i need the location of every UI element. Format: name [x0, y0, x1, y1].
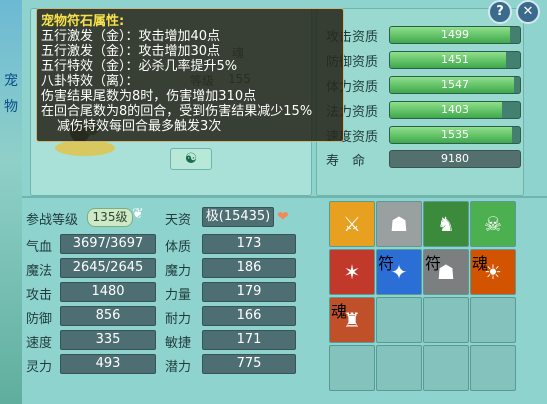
talent-value: 极(15435) — [202, 207, 274, 227]
sword-strike-icon[interactable]: ⚔ — [329, 201, 375, 247]
stat-label: 力量 — [165, 288, 192, 303]
stat-value: 179 — [202, 282, 296, 302]
green-ghost-icon[interactable]: ☠ — [470, 201, 516, 247]
stat-value: 856 — [60, 306, 156, 326]
yin-yang-button[interactable]: ☯ — [170, 148, 212, 170]
aptitude-value: 1535 — [441, 128, 469, 141]
stat-label: 速度 — [26, 336, 53, 351]
stat-value: 166 — [202, 306, 296, 326]
stat-value: 173 — [202, 234, 296, 254]
battle-level-badge: 135级 — [87, 208, 133, 227]
empty-skill-slot[interactable] — [470, 297, 516, 343]
empty-skill-slot[interactable] — [329, 345, 375, 391]
stat-label: 魔力 — [165, 264, 192, 279]
aptitude-value: 1451 — [441, 53, 469, 66]
wing-icon: ❦ — [132, 206, 144, 222]
empty-skill-slot[interactable] — [376, 345, 422, 391]
help-button[interactable]: ? — [488, 0, 512, 24]
skill-tag: 符 — [378, 254, 395, 273]
aptitude-bar: 1547 — [389, 76, 521, 94]
life-value: 9180 — [389, 150, 521, 168]
heart-icon: ❤ — [277, 209, 289, 225]
life-label: 寿 命 — [326, 154, 366, 169]
aptitude-bar: 1499 — [389, 26, 521, 44]
skill-tag: 魂 — [331, 302, 348, 321]
background-scenery: 宠 物 — [0, 0, 22, 404]
stat-value: 1480 — [60, 282, 156, 302]
aptitude-value: 1499 — [441, 28, 469, 41]
stat-value: 493 — [60, 354, 156, 374]
deco-char-1: 宠 — [4, 73, 18, 89]
stat-label: 体质 — [165, 240, 192, 255]
rune-attribute-tooltip: 宠物符石属性: 五行激发（金）：攻击增加40点 五行激发（金）：攻击增加30点 … — [36, 8, 344, 142]
skill-tag: 符 — [425, 254, 442, 273]
stat-value: 335 — [60, 330, 156, 350]
close-button[interactable]: ✕ — [516, 0, 540, 24]
stat-value: 775 — [202, 354, 296, 374]
stat-label: 耐力 — [165, 312, 192, 327]
stat-label: 防御 — [26, 312, 53, 327]
skill-tag: 魂 — [472, 254, 489, 273]
aptitude-value: 1547 — [441, 78, 469, 91]
empty-skill-slot[interactable] — [376, 297, 422, 343]
stat-label: 魔法 — [26, 264, 53, 279]
stat-value: 186 — [202, 258, 296, 278]
stat-value: 3697/3697 — [60, 234, 156, 254]
stat-label: 气血 — [26, 240, 53, 255]
talent-label: 天资 — [165, 213, 192, 228]
battle-level-label: 参战等级 — [26, 213, 79, 228]
aptitude-bar: 1451 — [389, 51, 521, 69]
empty-skill-slot[interactable] — [470, 345, 516, 391]
skill-grid: ⚔ ☗ ♞ ☠ ✶ ✦ 符 ☗ 符 ☀ 魂 ♜ 魂 — [329, 201, 517, 399]
claw-slash-icon[interactable]: ✶ — [329, 249, 375, 295]
tooltip-line: 减伤特效每回合最多触发3次 — [57, 119, 222, 134]
stat-value: 171 — [202, 330, 296, 350]
deco-char-2: 物 — [4, 99, 18, 115]
stat-label: 灵力 — [26, 360, 53, 375]
empty-skill-slot[interactable] — [423, 297, 469, 343]
stat-label: 敏捷 — [165, 336, 192, 351]
stat-label: 潜力 — [165, 360, 192, 375]
stat-label: 攻击 — [26, 288, 53, 303]
aptitude-bar: 1403 — [389, 101, 521, 119]
green-beast-icon[interactable]: ♞ — [423, 201, 469, 247]
aptitude-bar: 1535 — [389, 126, 521, 144]
empty-skill-slot[interactable] — [423, 345, 469, 391]
aptitude-value: 1403 — [441, 103, 469, 116]
shadow-figure-icon[interactable]: ☗ — [376, 201, 422, 247]
stat-value: 2645/2645 — [60, 258, 156, 278]
